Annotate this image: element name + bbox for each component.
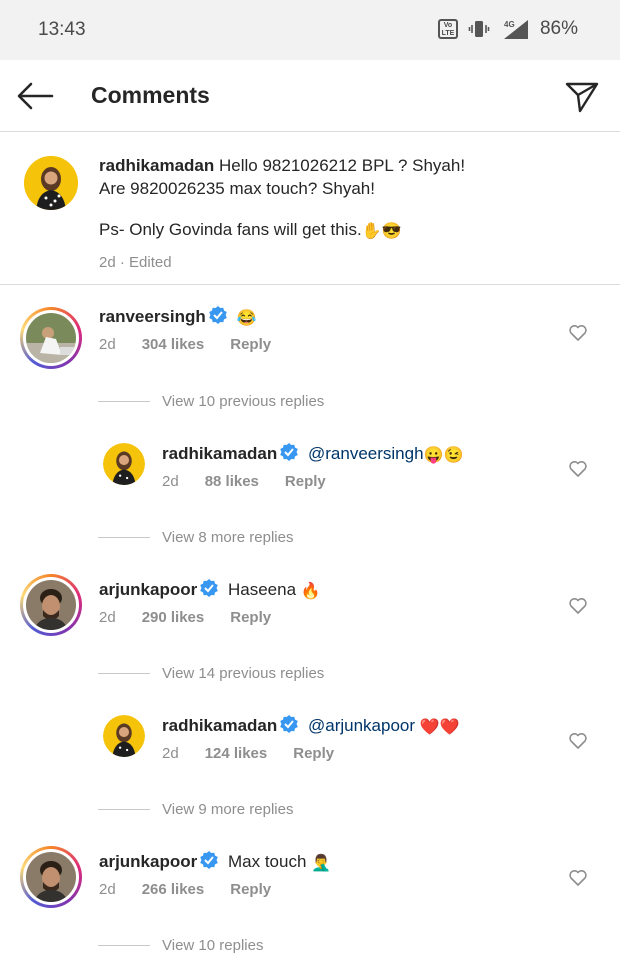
status-time: 13:43 [38, 19, 86, 40]
likes-count[interactable]: 304 likes [142, 336, 205, 353]
volte-icon: Vo LTE [437, 19, 458, 39]
comment-emoji: 🔥 [300, 583, 321, 600]
avatar-ring[interactable] [20, 846, 82, 908]
mention-link[interactable]: @ranveersingh [308, 444, 424, 463]
reply-button[interactable]: Reply [285, 473, 326, 490]
comment-username[interactable]: ranveersingh [99, 307, 206, 326]
like-heart-icon[interactable] [568, 596, 588, 616]
view-replies-link[interactable]: View 9 more replies [98, 801, 293, 818]
comment-emoji: 🤦‍♂️ [311, 855, 332, 872]
back-arrow-icon[interactable] [16, 78, 56, 114]
status-icons: Vo LTE 4G 86% [437, 18, 578, 40]
reply-button[interactable]: Reply [230, 336, 271, 353]
status-bar: 13:43 Vo LTE 4G 86% [0, 0, 620, 60]
like-heart-icon[interactable] [568, 868, 588, 888]
avatar-ranveersingh [26, 313, 76, 363]
view-replies-link[interactable]: View 8 more replies [98, 529, 293, 546]
comment-meta: 2d 88 likes Reply [162, 473, 352, 490]
avatar-radhikamadan[interactable] [103, 715, 145, 757]
comment-username[interactable]: arjunkapoor [99, 580, 197, 599]
comment-text: radhikamadan @arjunkapoor ❤️❤️ [162, 714, 460, 737]
comment-emoji: 😂 [236, 310, 257, 327]
view-replies-link[interactable]: View 10 previous replies [98, 393, 324, 410]
reply-button[interactable]: Reply [230, 881, 271, 898]
svg-text:4G: 4G [504, 20, 515, 29]
mention-link[interactable]: @arjunkapoor [308, 716, 415, 735]
vibrate-icon [468, 21, 490, 37]
comment-text: ranveersingh 😂 [99, 305, 256, 328]
verified-badge-icon [200, 579, 219, 597]
avatar-arjunkapoor [26, 580, 76, 630]
comment-text: radhikamadan @ranveersingh😛😉 [162, 442, 463, 465]
comment-body: Haseena [227, 580, 297, 599]
likes-count[interactable]: 290 likes [142, 609, 205, 626]
comment-item: arjunkapoor Max touch 🤦‍♂️ 2d 266 likes Re… [0, 830, 620, 930]
comment-meta: 2d 266 likes Reply [99, 881, 297, 898]
comment-age: 2d [99, 609, 116, 626]
like-heart-icon[interactable] [568, 323, 588, 343]
comment-username[interactable]: arjunkapoor [99, 852, 197, 871]
avatar-image [24, 156, 78, 210]
reply-item: radhikamadan @arjunkapoor ❤️❤️ 2d 124 lik… [0, 702, 620, 782]
view-replies-link[interactable]: View 14 previous replies [98, 665, 324, 682]
comment-age: 2d [162, 473, 179, 490]
comment-item: ranveersingh 😂 2d 304 likes Reply [0, 285, 620, 385]
page-title: Comments [91, 82, 210, 108]
like-heart-icon[interactable] [568, 459, 588, 479]
avatar-radhikamadan[interactable] [24, 156, 78, 210]
comment-emoji: ❤️❤️ [419, 719, 460, 736]
comment-emoji: 😛😉 [423, 447, 464, 464]
comment-body: Max touch [227, 852, 307, 871]
verified-badge-icon [200, 851, 219, 869]
comment-item: arjunkapoor Haseena 🔥 2d 290 likes Reply [0, 558, 620, 658]
comment-text: arjunkapoor Max touch 🤦‍♂️ [99, 850, 331, 873]
caption-meta: 2d · Edited [99, 254, 172, 271]
comment-age: 2d [99, 881, 116, 898]
battery-level: 86% [539, 18, 578, 39]
caption-line-1: Hello 9821026212 BPL ? Shyah! [219, 156, 466, 175]
likes-count[interactable]: 266 likes [142, 881, 205, 898]
comment-meta: 2d 290 likes Reply [99, 609, 297, 626]
reply-item: radhikamadan @ranveersingh😛😉 2d 88 likes R… [0, 430, 620, 510]
comment-username[interactable]: radhikamadan [162, 444, 277, 463]
avatar-ring[interactable] [20, 574, 82, 636]
like-heart-icon[interactable] [568, 731, 588, 751]
avatar-arjunkapoor [26, 852, 76, 902]
post-caption: radhikamadan Hello 9821026212 BPL ? Shya… [0, 132, 620, 285]
caption-text: radhikamadan Hello 9821026212 BPL ? Shya… [99, 154, 599, 274]
caption-emoji: ✋😎 [361, 223, 402, 240]
comment-meta: 2d 304 likes Reply [99, 336, 297, 353]
verified-badge-icon [280, 443, 299, 461]
comment-age: 2d [162, 745, 179, 762]
caption-line-3: Ps- Only Govinda fans will get this. [99, 220, 362, 239]
verified-badge-icon [208, 306, 227, 324]
app-header: Comments [0, 60, 620, 132]
signal-icon: 4G [503, 20, 528, 39]
avatar-radhikamadan[interactable] [103, 443, 145, 485]
caption-line-2: Are 9820026235 max touch? Shyah! [99, 179, 375, 198]
reply-button[interactable]: Reply [293, 745, 334, 762]
direct-send-icon[interactable] [562, 76, 602, 116]
avatar-ring[interactable] [20, 307, 82, 369]
comment-text: arjunkapoor Haseena 🔥 [99, 578, 321, 601]
reply-button[interactable]: Reply [230, 609, 271, 626]
likes-count[interactable]: 124 likes [205, 745, 268, 762]
comment-username[interactable]: radhikamadan [162, 716, 277, 735]
caption-username[interactable]: radhikamadan [99, 156, 214, 175]
view-replies-link[interactable]: View 10 replies [98, 937, 263, 954]
comment-age: 2d [99, 336, 116, 353]
verified-badge-icon [280, 715, 299, 733]
comment-meta: 2d 124 likes Reply [162, 745, 360, 762]
likes-count[interactable]: 88 likes [205, 473, 259, 490]
